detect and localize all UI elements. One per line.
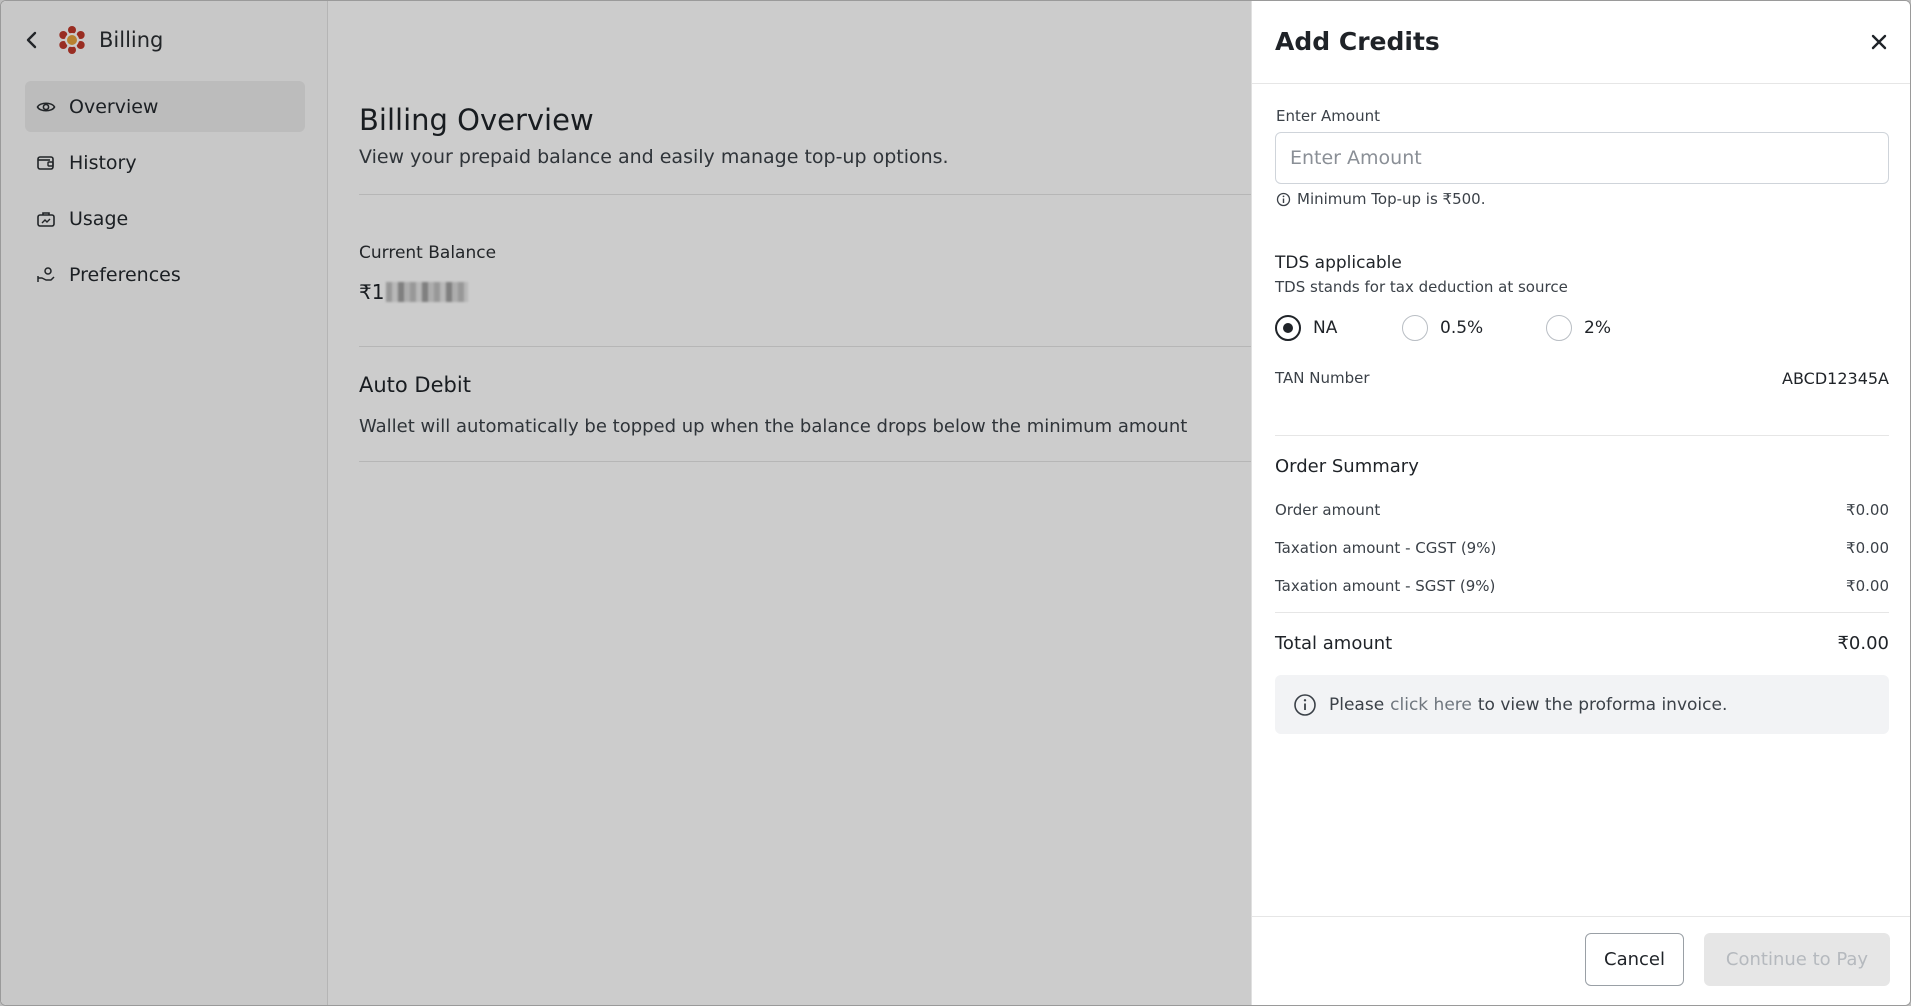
tan-row: TAN Number ABCD12345A (1275, 369, 1889, 388)
info-suffix: to view the proforma invoice. (1477, 694, 1728, 715)
tds-title: TDS applicable (1275, 253, 1402, 273)
order-row: Taxation amount - CGST (9%) ₹0.00 (1275, 539, 1889, 557)
order-row-label: Taxation amount - SGST (9%) (1275, 577, 1496, 595)
order-row: Taxation amount - SGST (9%) ₹0.00 (1275, 577, 1889, 595)
drawer-header-divider (1252, 83, 1910, 84)
tan-value: ABCD12345A (1782, 369, 1889, 388)
amount-input[interactable] (1275, 132, 1889, 184)
order-row-label: Taxation amount - CGST (9%) (1275, 539, 1497, 557)
info-icon (1276, 192, 1291, 207)
order-row: Order amount ₹0.00 (1275, 501, 1889, 519)
close-icon[interactable] (1868, 31, 1890, 53)
amount-label: Enter Amount (1276, 107, 1380, 125)
divider (1275, 435, 1889, 436)
order-row-value: ₹0.00 (1846, 501, 1889, 519)
radio-circle (1402, 315, 1428, 341)
tds-radio-0-5[interactable]: 0.5% (1402, 315, 1483, 341)
total-value: ₹0.00 (1837, 633, 1889, 654)
order-summary-title: Order Summary (1275, 456, 1419, 477)
radio-label: NA (1313, 318, 1338, 338)
info-icon (1293, 693, 1317, 717)
total-label: Total amount (1275, 633, 1393, 654)
order-row-value: ₹0.00 (1846, 577, 1889, 595)
add-credits-drawer: Add Credits Enter Amount Minimum Top-up … (1251, 1, 1910, 1005)
min-topup-text: Minimum Top-up is ₹500. (1297, 190, 1486, 208)
radio-label: 0.5% (1440, 318, 1484, 338)
order-row-label: Order amount (1275, 501, 1381, 519)
total-row: Total amount ₹0.00 (1275, 633, 1889, 654)
info-prefix: Please (1329, 694, 1385, 715)
drawer-footer-divider (1252, 916, 1910, 917)
proforma-invoice-link[interactable]: click here (1390, 695, 1472, 715)
radio-label: 2% (1584, 318, 1611, 338)
tds-subtitle: TDS stands for tax deduction at source (1275, 278, 1568, 296)
cancel-button[interactable]: Cancel (1585, 933, 1684, 986)
continue-to-pay-button[interactable]: Continue to Pay (1704, 933, 1890, 986)
tds-radio-na[interactable]: NA (1275, 315, 1337, 341)
app-window: Billing Overview History Usage Preferenc… (0, 0, 1911, 1006)
order-row-value: ₹0.00 (1846, 539, 1889, 557)
drawer-title: Add Credits (1275, 27, 1440, 56)
min-topup-hint: Minimum Top-up is ₹500. (1276, 190, 1486, 208)
radio-circle (1546, 315, 1572, 341)
proforma-info-box: Please click here to view the proforma i… (1275, 675, 1889, 734)
tan-label: TAN Number (1275, 369, 1370, 387)
divider (1275, 612, 1889, 613)
radio-circle (1275, 315, 1301, 341)
tds-radio-2[interactable]: 2% (1546, 315, 1611, 341)
